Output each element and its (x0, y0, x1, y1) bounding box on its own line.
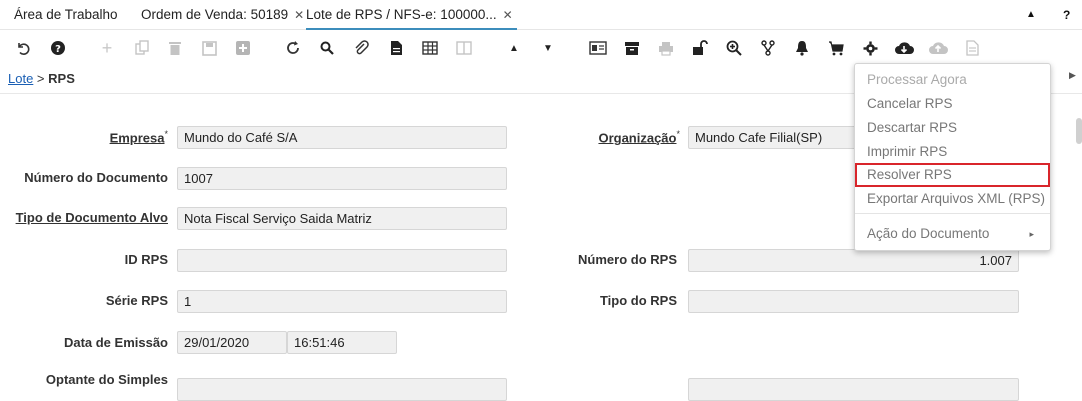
collapse-up-icon[interactable]: ▲ (1026, 0, 1036, 30)
tipo-rps-field[interactable] (688, 290, 1019, 313)
download-cloud-icon[interactable] (893, 37, 915, 59)
notification-icon[interactable] (791, 37, 813, 59)
submenu-arrow-icon: ▸ (1029, 229, 1034, 239)
organizacao-label[interactable]: Organização* (580, 129, 680, 145)
refresh-icon[interactable] (282, 37, 304, 59)
breadcrumb-link-lote[interactable]: Lote (8, 71, 33, 86)
unlabeled-field[interactable] (688, 378, 1019, 401)
split-view-icon[interactable] (453, 37, 475, 59)
save-new-icon[interactable] (232, 37, 254, 59)
empresa-label[interactable]: Empresa* (100, 129, 168, 145)
id-rps-field[interactable] (177, 249, 507, 272)
menu-item-imprimir-rps[interactable]: Imprimir RPS (855, 140, 1050, 164)
organizacao-field[interactable]: Mundo Cafe Filial(SP) (688, 126, 858, 149)
previous-record-icon[interactable]: ▲ (503, 37, 525, 59)
help-icon[interactable]: ? (47, 37, 69, 59)
numero-documento-label: Número do Documento (24, 170, 168, 185)
help-icon[interactable]: ? (1063, 0, 1070, 30)
process-gear-icon[interactable] (859, 37, 881, 59)
tab-area-de-trabalho[interactable]: Área de Trabalho (14, 0, 118, 30)
close-icon[interactable]: ✕ (294, 8, 304, 22)
breadcrumb: Lote > RPS (8, 71, 75, 86)
delete-icon[interactable] (164, 37, 186, 59)
undo-icon[interactable] (12, 37, 34, 59)
id-rps-label: ID RPS (124, 252, 168, 267)
report-icon[interactable] (587, 37, 609, 59)
scroll-right-icon[interactable]: ▶ (1069, 70, 1076, 81)
tab-label: Ordem de Venda: 50189 (141, 7, 289, 22)
upload-cloud-icon[interactable] (927, 37, 949, 59)
data-emissao-time-field[interactable]: 16:51:46 (287, 331, 397, 354)
menu-item-resolver-rps[interactable]: Resolver RPS (855, 163, 1050, 187)
optante-simples-field[interactable] (177, 378, 507, 401)
menu-item-descartar-rps[interactable]: Descartar RPS (855, 116, 1050, 140)
numero-rps-label: Número do RPS (578, 252, 677, 267)
svg-text:?: ? (55, 44, 61, 55)
attachment-icon[interactable] (350, 37, 372, 59)
menu-item-cancelar-rps[interactable]: Cancelar RPS (855, 92, 1050, 116)
tipo-rps-label: Tipo do RPS (599, 293, 677, 308)
cart-icon[interactable] (825, 37, 847, 59)
archive-icon[interactable] (621, 37, 643, 59)
menu-item-label: Ação do Documento (867, 226, 990, 241)
data-emissao-label: Data de Emissão (63, 335, 168, 350)
tipo-documento-alvo-field[interactable]: Nota Fiscal Serviço Saida Matriz (177, 207, 507, 230)
tab-lote-de-rps[interactable]: Lote de RPS / NFS-e: 100000... ✕ (306, 0, 517, 30)
serie-rps-field[interactable]: 1 (177, 290, 507, 313)
document-icon[interactable] (385, 37, 407, 59)
process-menu: Processar Agora Cancelar RPS Descartar R… (854, 63, 1051, 251)
tab-label: Área de Trabalho (14, 7, 118, 22)
workflow-icon[interactable] (757, 37, 779, 59)
copy-record-icon[interactable] (131, 37, 153, 59)
tab-ordem-de-venda[interactable]: Ordem de Venda: 50189 ✕ (141, 0, 304, 30)
new-record-icon[interactable]: + (96, 37, 118, 59)
menu-divider (855, 213, 1050, 214)
zoom-icon[interactable] (723, 37, 745, 59)
close-icon[interactable]: ✕ (503, 8, 513, 22)
menu-item-processar-agora[interactable]: Processar Agora (855, 68, 1050, 92)
numero-rps-field[interactable]: 1.007 (688, 249, 1019, 272)
next-record-icon[interactable]: ▼ (537, 37, 559, 59)
data-emissao-date-field[interactable]: 29/01/2020 (177, 331, 287, 354)
menu-item-acao-do-documento[interactable]: Ação do Documento ▸ (855, 222, 1050, 246)
save-icon[interactable] (198, 37, 220, 59)
toolbar: ? + ▲ ▼ (0, 31, 1082, 65)
window-tab-bar: Área de Trabalho Ordem de Venda: 50189 ✕ … (0, 0, 1082, 30)
lock-icon[interactable] (689, 37, 711, 59)
tipo-documento-alvo-label[interactable]: Tipo de Documento Alvo (0, 210, 168, 225)
tab-label: Lote de RPS / NFS-e: 100000... (306, 7, 497, 22)
numero-documento-field[interactable]: 1007 (177, 167, 507, 190)
grid-icon[interactable] (419, 37, 441, 59)
vertical-scrollbar[interactable] (1076, 118, 1082, 144)
breadcrumb-current: RPS (48, 71, 75, 86)
menu-item-exportar-xml[interactable]: Exportar Arquivos XML (RPS) (855, 187, 1050, 211)
search-icon[interactable] (316, 37, 338, 59)
serie-rps-label: Série RPS (105, 293, 168, 308)
optante-simples-label: Optante do Simples (45, 372, 168, 387)
breadcrumb-separator: > (33, 71, 49, 86)
print-icon[interactable] (655, 37, 677, 59)
file-icon[interactable] (961, 37, 983, 59)
empresa-field[interactable]: Mundo do Café S/A (177, 126, 507, 149)
